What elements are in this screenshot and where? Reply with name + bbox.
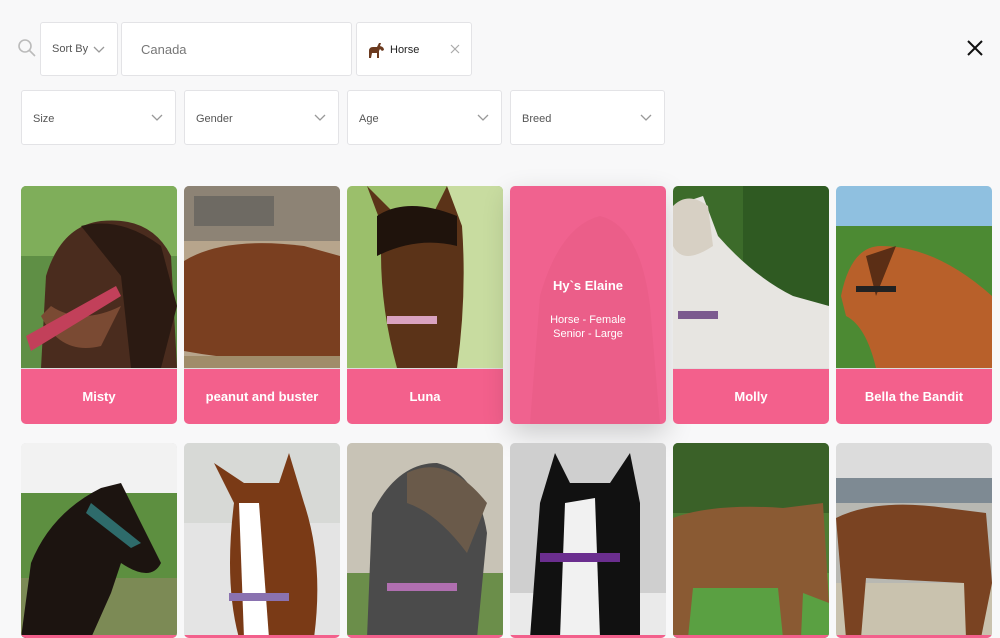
pet-card[interactable]: Luna: [347, 186, 503, 424]
horse-icon: [369, 43, 384, 58]
pet-name-bar: Molly: [673, 369, 829, 424]
pet-card[interactable]: Bella the Bandit: [836, 186, 992, 424]
sort-by-label: Sort By: [52, 43, 89, 55]
age-filter[interactable]: Age: [347, 90, 502, 145]
location-value: Canada: [141, 42, 187, 57]
pet-photo: [673, 443, 829, 638]
location-input[interactable]: Canada: [121, 22, 352, 76]
breed-filter[interactable]: Breed: [510, 90, 665, 145]
pet-photo-overlay: [530, 216, 660, 424]
pet-age-size: Senior - Large: [553, 328, 623, 340]
tag-label: Horse: [390, 44, 420, 56]
pet-name-bar: peanut and buster: [184, 369, 340, 424]
chevron-down-icon: [477, 114, 489, 121]
sort-by-dropdown[interactable]: Sort By: [40, 22, 118, 76]
chevron-down-icon: [93, 46, 105, 53]
gender-filter-label: Gender: [196, 113, 233, 125]
pet-name: Molly: [734, 389, 768, 404]
pet-photo: [184, 186, 340, 368]
pet-type-gender: Horse - Female: [550, 314, 626, 326]
search-icon[interactable]: [17, 38, 37, 58]
breed-filter-label: Breed: [522, 113, 552, 125]
pet-card[interactable]: Molly: [673, 186, 829, 424]
gender-filter[interactable]: Gender: [184, 90, 339, 145]
pet-name: peanut and buster: [205, 389, 319, 404]
pet-photo: [347, 186, 503, 368]
pet-card[interactable]: Misty: [21, 186, 177, 424]
size-filter[interactable]: Size: [21, 90, 176, 145]
pet-card[interactable]: [673, 443, 829, 638]
pet-photo: [836, 443, 992, 638]
chevron-down-icon: [151, 114, 163, 121]
pet-photo: [347, 443, 503, 638]
age-filter-label: Age: [359, 113, 379, 125]
pet-name-bar: Luna: [347, 369, 503, 424]
pet-name-bar: Misty: [21, 369, 177, 424]
pet-card[interactable]: [510, 443, 666, 638]
pet-name: Bella the Bandit: [864, 389, 964, 404]
pet-card-hovered[interactable]: Hy`s Elaine Horse - Female Senior - Larg…: [510, 186, 666, 424]
pet-card[interactable]: [347, 443, 503, 638]
size-filter-label: Size: [33, 113, 55, 125]
pet-card[interactable]: peanut and buster: [184, 186, 340, 424]
pet-photo: [510, 443, 666, 638]
pet-card[interactable]: [21, 443, 177, 638]
pet-name: Misty: [82, 389, 116, 404]
pet-name: Hy`s Elaine: [552, 278, 624, 293]
pet-card[interactable]: [836, 443, 992, 638]
pet-photo: [21, 443, 177, 638]
pet-name-bar: Bella the Bandit: [836, 369, 992, 424]
animal-type-tag[interactable]: Horse: [356, 22, 472, 76]
pet-name: Luna: [409, 389, 441, 404]
pet-photo: [21, 186, 177, 368]
pet-photo: [673, 186, 829, 368]
pet-photo: [184, 443, 340, 638]
chevron-down-icon: [314, 114, 326, 121]
pet-card[interactable]: [184, 443, 340, 638]
pet-photo: [836, 186, 992, 368]
remove-tag-icon[interactable]: [450, 44, 460, 54]
chevron-down-icon: [640, 114, 652, 121]
close-icon[interactable]: [966, 39, 984, 57]
